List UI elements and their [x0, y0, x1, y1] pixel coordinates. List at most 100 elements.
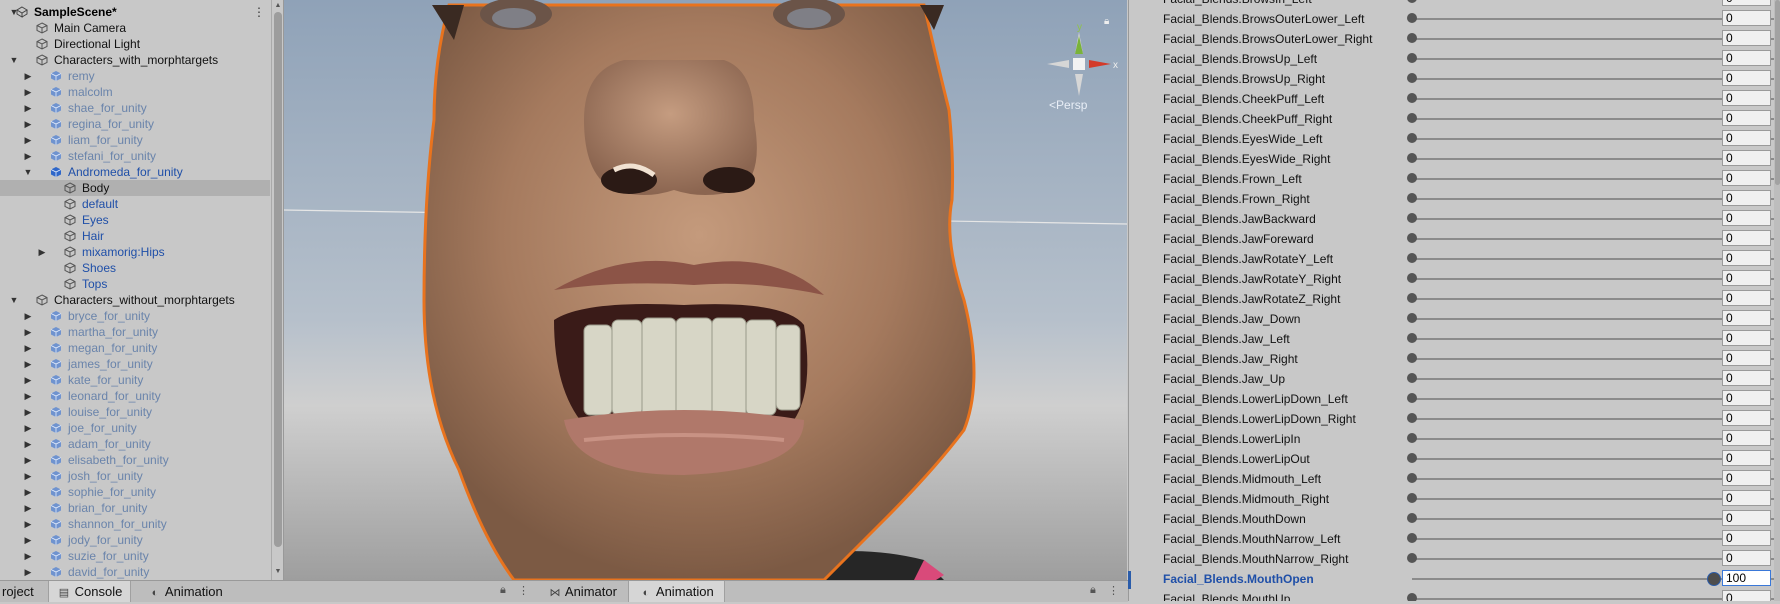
- blendshape-value-field[interactable]: 0: [1722, 90, 1771, 106]
- blendshape-value-field[interactable]: 0: [1722, 150, 1771, 166]
- hierarchy-item[interactable]: Eyes: [0, 212, 270, 228]
- hierarchy-item[interactable]: ▶ sophie_for_unity: [0, 484, 270, 500]
- expand-arrow-right-icon[interactable]: ▶: [22, 356, 34, 372]
- inspector-scrollbar[interactable]: [1774, 0, 1780, 601]
- blendshape-value-field[interactable]: 0: [1722, 330, 1771, 346]
- hierarchy-menu-icon[interactable]: ⋮: [253, 5, 265, 19]
- tab-console[interactable]: ▤ Console: [48, 581, 132, 602]
- hierarchy-item[interactable]: ▶ bryce_for_unity: [0, 308, 270, 324]
- blendshape-slider-knob[interactable]: [1407, 593, 1417, 601]
- expand-arrow-right-icon[interactable]: ▶: [22, 84, 34, 100]
- expand-arrow-right-icon[interactable]: ▶: [22, 468, 34, 484]
- blendshape-slider-knob[interactable]: [1407, 93, 1417, 103]
- blendshape-value-field[interactable]: 0: [1722, 30, 1771, 46]
- hierarchy-item[interactable]: ▶ adam_for_unity: [0, 436, 270, 452]
- hierarchy-item[interactable]: Tops: [0, 276, 270, 292]
- blendshape-slider-knob[interactable]: [1407, 273, 1417, 283]
- hierarchy-item[interactable]: ▶ leonard_for_unity: [0, 388, 270, 404]
- blendshape-slider-knob[interactable]: [1407, 73, 1417, 83]
- hierarchy-item[interactable]: ▶ joe_for_unity: [0, 420, 270, 436]
- hierarchy-item[interactable]: ▼ Characters_with_morphtargets: [0, 52, 270, 68]
- blendshape-value-field[interactable]: 0: [1722, 190, 1771, 206]
- expand-arrow-right-icon[interactable]: ▶: [22, 100, 34, 116]
- expand-arrow-right-icon[interactable]: ▶: [22, 388, 34, 404]
- scroll-up-icon[interactable]: ▲: [274, 2, 282, 10]
- blendshape-value-field[interactable]: 0: [1722, 290, 1771, 306]
- menu-icon[interactable]: ⋮: [518, 584, 529, 597]
- hierarchy-item[interactable]: ▶ mixamorig:Hips: [0, 244, 270, 260]
- hierarchy-item[interactable]: Directional Light: [0, 36, 270, 52]
- blendshape-slider-knob[interactable]: [1407, 153, 1417, 163]
- blendshape-value-field[interactable]: 0: [1722, 510, 1771, 526]
- blendshape-slider-knob[interactable]: [1407, 193, 1417, 203]
- blendshape-value-field[interactable]: 0: [1722, 590, 1771, 601]
- expand-arrow-right-icon[interactable]: ▶: [22, 132, 34, 148]
- expand-arrow-right-icon[interactable]: ▶: [22, 420, 34, 436]
- hierarchy-item[interactable]: ▶ louise_for_unity: [0, 404, 270, 420]
- hierarchy-item[interactable]: ▶ martha_for_unity: [0, 324, 270, 340]
- blendshape-slider-knob[interactable]: [1407, 373, 1417, 383]
- scene-view[interactable]: y x <Persp 🔒︎: [284, 0, 1127, 580]
- blendshape-value-field[interactable]: 0: [1722, 450, 1771, 466]
- lock-icon[interactable]: 🔒︎: [500, 584, 506, 597]
- blendshape-slider-knob[interactable]: [1407, 533, 1417, 543]
- blendshape-value-field[interactable]: 0: [1722, 0, 1771, 6]
- hierarchy-item[interactable]: Hair: [0, 228, 270, 244]
- hierarchy-item[interactable]: ▶ james_for_unity: [0, 356, 270, 372]
- expand-arrow-right-icon[interactable]: ▶: [22, 436, 34, 452]
- blendshape-value-field[interactable]: 0: [1722, 550, 1771, 566]
- hierarchy-item[interactable]: Body: [0, 180, 270, 196]
- blendshape-slider-knob[interactable]: [1407, 113, 1417, 123]
- blendshape-value-field[interactable]: 0: [1722, 310, 1771, 326]
- expand-arrow-down-icon[interactable]: ▼: [22, 164, 34, 180]
- blendshape-value-field[interactable]: 0: [1722, 410, 1771, 426]
- hierarchy-item[interactable]: ▶ shae_for_unity: [0, 100, 270, 116]
- hierarchy-item[interactable]: Main Camera: [0, 20, 270, 36]
- blendshape-slider-knob[interactable]: [1407, 133, 1417, 143]
- blendshape-slider-knob[interactable]: [1407, 173, 1417, 183]
- blendshape-slider-knob[interactable]: [1707, 572, 1721, 586]
- hierarchy-item[interactable]: ▶ liam_for_unity: [0, 132, 270, 148]
- expand-arrow-right-icon[interactable]: ▶: [22, 340, 34, 356]
- expand-arrow-right-icon[interactable]: ▶: [36, 244, 48, 260]
- hierarchy-item[interactable]: ▶ kate_for_unity: [0, 372, 270, 388]
- blendshape-value-field[interactable]: 0: [1722, 130, 1771, 146]
- expand-arrow-right-icon[interactable]: ▶: [22, 500, 34, 516]
- blendshape-slider-knob[interactable]: [1407, 293, 1417, 303]
- hierarchy-item[interactable]: ▶ stefani_for_unity: [0, 148, 270, 164]
- scroll-down-icon[interactable]: ▼: [274, 568, 282, 576]
- blendshape-value-field[interactable]: 0: [1722, 390, 1771, 406]
- blendshape-value-field[interactable]: 0: [1722, 370, 1771, 386]
- expand-arrow-right-icon[interactable]: ▶: [22, 452, 34, 468]
- blendshape-slider-knob[interactable]: [1407, 413, 1417, 423]
- projection-toggle[interactable]: <Persp: [1049, 98, 1087, 112]
- blendshape-slider-knob[interactable]: [1407, 333, 1417, 343]
- blendshape-value-field[interactable]: 0: [1722, 530, 1771, 546]
- menu-icon[interactable]: ⋮: [1108, 584, 1119, 597]
- hierarchy-item[interactable]: ▶ jody_for_unity: [0, 532, 270, 548]
- blendshape-slider-knob[interactable]: [1407, 253, 1417, 263]
- hierarchy-item[interactable]: ▶ elisabeth_for_unity: [0, 452, 270, 468]
- blendshape-value-field[interactable]: 0: [1722, 110, 1771, 126]
- blendshape-value-field[interactable]: 0: [1722, 230, 1771, 246]
- hierarchy-item[interactable]: ▶ megan_for_unity: [0, 340, 270, 356]
- hierarchy-item[interactable]: ▶ shannon_for_unity: [0, 516, 270, 532]
- inspector-scroll-thumb[interactable]: [1775, 0, 1780, 185]
- blendshape-value-field[interactable]: 0: [1722, 70, 1771, 86]
- hierarchy-item[interactable]: ▶ josh_for_unity: [0, 468, 270, 484]
- hierarchy-item[interactable]: ▼ SampleScene*: [0, 4, 270, 20]
- blendshape-value-field[interactable]: 0: [1722, 470, 1771, 486]
- hierarchy-item[interactable]: ▶ suzie_for_unity: [0, 548, 270, 564]
- blendshape-value-field[interactable]: 0: [1722, 10, 1771, 26]
- blendshape-slider-knob[interactable]: [1407, 553, 1417, 563]
- blendshape-slider-knob[interactable]: [1407, 13, 1417, 23]
- expand-arrow-right-icon[interactable]: ▶: [22, 148, 34, 164]
- hierarchy-item[interactable]: ▶ david_for_unity: [0, 564, 270, 580]
- blendshape-slider-knob[interactable]: [1407, 0, 1417, 3]
- blendshape-slider-knob[interactable]: [1407, 513, 1417, 523]
- blendshape-value-field[interactable]: 0: [1722, 490, 1771, 506]
- blendshape-value-field[interactable]: 0: [1722, 210, 1771, 226]
- blendshape-value-field[interactable]: 100: [1722, 570, 1771, 586]
- expand-arrow-right-icon[interactable]: ▶: [22, 324, 34, 340]
- hierarchy-item[interactable]: ▶ regina_for_unity: [0, 116, 270, 132]
